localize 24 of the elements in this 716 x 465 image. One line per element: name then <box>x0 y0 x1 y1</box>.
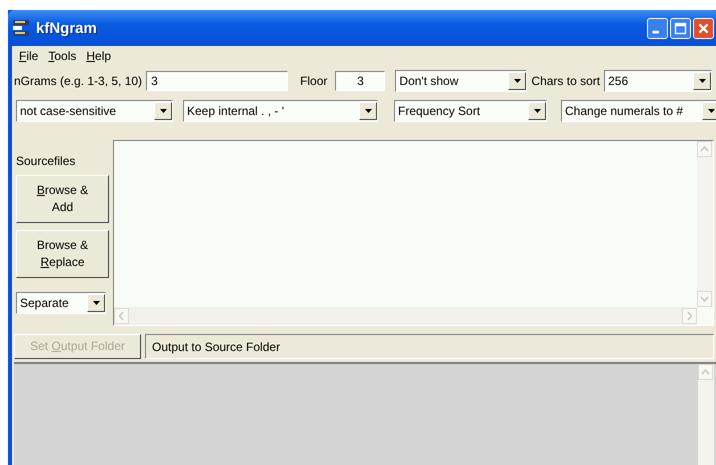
maximize-button[interactable] <box>670 18 691 38</box>
chars-to-sort-label: Chars to sort <box>531 74 600 88</box>
option-dropdown[interactable]: not case-sensitive <box>16 100 173 122</box>
floor-field[interactable]: 3 <box>335 71 386 91</box>
option-dropdown[interactable]: Frequency Sort <box>394 100 547 122</box>
browse-button[interactable]: Browse & Replace <box>16 230 109 278</box>
sourcefiles-label: Sourcefiles <box>16 154 76 168</box>
chars-to-sort-combo[interactable]: 256 <box>604 70 712 92</box>
source-mode-dropdown[interactable]: Separate <box>16 292 106 314</box>
browse-button[interactable]: Browse & Add <box>16 175 109 223</box>
ngrams-label: nGrams (e.g. 1-3, 5, 10) <box>14 74 142 88</box>
option-dropdown[interactable]: Keep internal . , - ' <box>183 100 378 122</box>
ngrams-field[interactable]: 3 <box>146 71 288 91</box>
close-button[interactable] <box>693 18 714 38</box>
menu-item[interactable]: Tools <box>43 47 82 65</box>
minimize-button[interactable] <box>647 18 668 38</box>
floor-label: Floor <box>300 74 328 88</box>
menu-item[interactable]: Help <box>81 47 116 65</box>
app-icon <box>12 19 30 37</box>
option-dropdown[interactable]: Change numerals to # <box>561 100 716 122</box>
display-dropdown[interactable]: Don't show <box>395 70 528 92</box>
output-folder-field: Output to Source Folder <box>145 334 714 359</box>
menu-item[interactable]: File <box>14 47 44 65</box>
window-title: kfNgram <box>36 20 98 36</box>
